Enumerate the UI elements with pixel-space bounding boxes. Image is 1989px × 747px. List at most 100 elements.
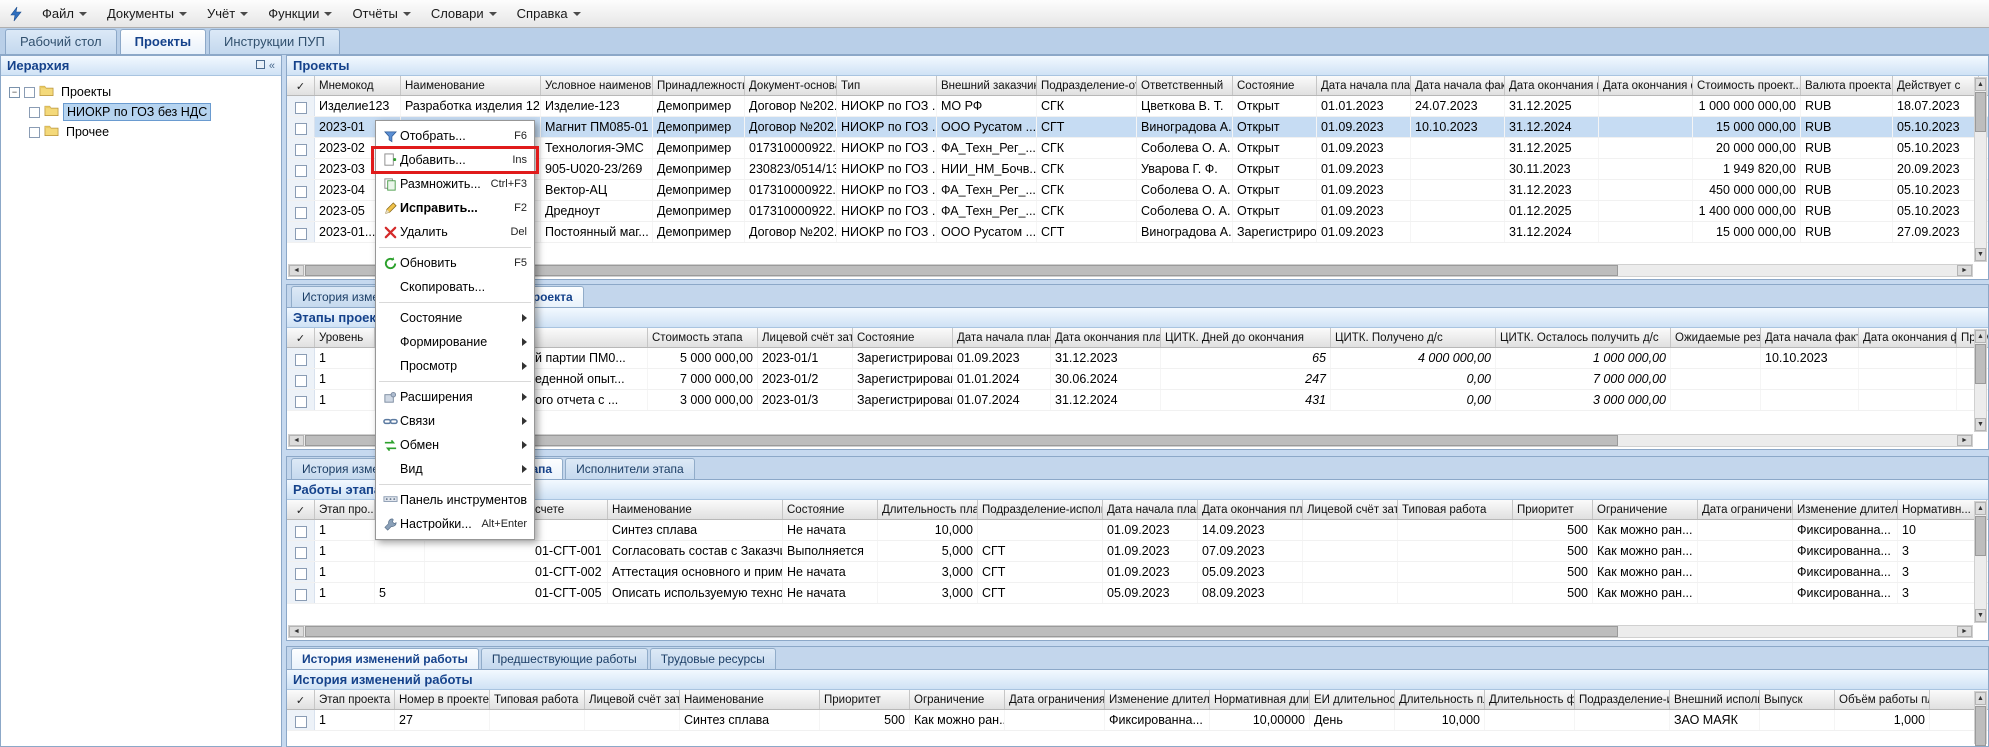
- pin-icon[interactable]: [256, 60, 265, 69]
- row-checkbox[interactable]: [295, 589, 307, 601]
- column-header[interactable]: Дата окончания план: [1198, 500, 1303, 519]
- column-header[interactable]: Стоимость этапа: [648, 328, 758, 347]
- horizontal-scrollbar[interactable]: ◄►: [288, 625, 1973, 638]
- table-row[interactable]: Изделие123Разработка изделия 123Изделие-…: [287, 96, 1988, 117]
- column-header[interactable]: Дата окончания ф...: [1599, 76, 1693, 95]
- column-header[interactable]: Выпуск: [1760, 690, 1835, 709]
- vertical-scrollbar[interactable]: ▲▼: [1974, 501, 1987, 623]
- menubar-item-учёт[interactable]: Учёт: [197, 2, 258, 25]
- scroll-up-icon[interactable]: ▲: [1975, 78, 1986, 91]
- column-header[interactable]: Типовая работа: [490, 690, 585, 709]
- column-header[interactable]: Ограничение: [910, 690, 1005, 709]
- column-header[interactable]: Этап про...: [315, 500, 375, 519]
- menu-item-вид[interactable]: Вид: [376, 457, 534, 481]
- menu-item-просмотр[interactable]: Просмотр: [376, 354, 534, 378]
- column-header[interactable]: Лицевой счёт затрат.: [758, 328, 853, 347]
- column-header[interactable]: Изменение длител: [1793, 500, 1898, 519]
- column-header[interactable]: Стоимость проект...: [1693, 76, 1801, 95]
- select-all-header[interactable]: ✓: [287, 500, 315, 519]
- scroll-down-icon[interactable]: ▼: [1975, 418, 1986, 431]
- row-checkbox[interactable]: [295, 354, 307, 366]
- table-row[interactable]: 1Синтез сплаваНе начата10,00001.09.20231…: [287, 520, 1988, 541]
- table-row[interactable]: 1й партии ПМ0...5 000 000,002023-01/1Зар…: [287, 348, 1988, 369]
- column-header[interactable]: Дата начала факт: [1411, 76, 1505, 95]
- scrollbar-thumb[interactable]: [1975, 516, 1986, 556]
- menu-item-настройки[interactable]: Настройки...Alt+Enter: [376, 512, 534, 536]
- column-header[interactable]: Внешний исполни: [1670, 690, 1760, 709]
- column-header[interactable]: Лицевой счёт затр: [585, 690, 680, 709]
- column-header[interactable]: Условное наименов.: [541, 76, 653, 95]
- column-header[interactable]: Валюта проекта: [1801, 76, 1893, 95]
- scroll-up-icon[interactable]: ▲: [1975, 502, 1986, 515]
- column-header[interactable]: ЦИТК. Дней до окончания: [1161, 328, 1331, 347]
- row-checkbox[interactable]: [295, 375, 307, 387]
- column-header[interactable]: Внешний заказчик: [937, 76, 1037, 95]
- column-header[interactable]: Дата окончания план: [1051, 328, 1161, 347]
- row-checkbox[interactable]: [295, 547, 307, 559]
- row-checkbox[interactable]: [295, 165, 307, 177]
- menu-item-расширения[interactable]: Расширения: [376, 385, 534, 409]
- menu-item-обновить[interactable]: ОбновитьF5: [376, 251, 534, 275]
- row-checkbox[interactable]: [295, 186, 307, 198]
- collapse-panel-icon[interactable]: «: [269, 60, 275, 72]
- table-row[interactable]: 2023-01...Постоянный маг...ДемопримерДог…: [287, 222, 1988, 243]
- menu-item-обмен[interactable]: Обмен: [376, 433, 534, 457]
- column-header[interactable]: Подразделение-от...: [1037, 76, 1137, 95]
- horizontal-scrollbar[interactable]: ◄►: [288, 434, 1973, 447]
- column-header[interactable]: Подразделение-исполнитель: [978, 500, 1103, 519]
- subtab[interactable]: История изменений работы: [291, 648, 479, 669]
- column-header[interactable]: Документ-основан...: [745, 76, 837, 95]
- subtab[interactable]: Исполнители этапа: [565, 458, 695, 479]
- column-header[interactable]: Номер в проекте: [395, 690, 490, 709]
- column-header[interactable]: Дата окончания ф...: [1859, 328, 1957, 347]
- tree-checkbox[interactable]: [29, 127, 40, 138]
- subtab[interactable]: Предшествующие работы: [481, 648, 648, 669]
- column-header[interactable]: Наименование: [608, 500, 783, 519]
- column-header[interactable]: Дата начала план.: [1317, 76, 1411, 95]
- scroll-up-icon[interactable]: ▲: [1975, 692, 1986, 705]
- tab-рабочий-стол[interactable]: Рабочий стол: [5, 29, 117, 54]
- column-header[interactable]: Ответственный: [1137, 76, 1233, 95]
- column-header[interactable]: Уровень: [315, 328, 375, 347]
- menu-item-добавить[interactable]: Добавить...Ins: [376, 148, 534, 172]
- tree-item-root[interactable]: −Проекты: [5, 82, 277, 102]
- column-header[interactable]: Состояние: [783, 500, 878, 519]
- menubar-item-справка[interactable]: Справка: [507, 2, 591, 25]
- tree-checkbox[interactable]: [24, 87, 35, 98]
- column-header[interactable]: Изменение длител: [1105, 690, 1210, 709]
- menubar-item-документы[interactable]: Документы: [97, 2, 197, 25]
- column-header[interactable]: Дата начала план: [953, 328, 1051, 347]
- vertical-scrollbar[interactable]: ▲▼: [1974, 691, 1987, 744]
- row-checkbox[interactable]: [295, 396, 307, 408]
- scroll-right-icon[interactable]: ►: [1957, 265, 1972, 276]
- menubar-item-функции[interactable]: Функции: [258, 2, 342, 25]
- scroll-down-icon[interactable]: ▼: [1975, 609, 1986, 622]
- table-row[interactable]: 2023-02Технология-ЭМСДемопример017310000…: [287, 138, 1988, 159]
- scroll-right-icon[interactable]: ►: [1957, 626, 1972, 637]
- scroll-left-icon[interactable]: ◄: [289, 265, 304, 276]
- table-row[interactable]: 101-СГТ-002Аттестация основного и примес…: [287, 562, 1988, 583]
- column-header[interactable]: Состояние: [853, 328, 953, 347]
- menu-item-исправить[interactable]: Исправить...F2: [376, 196, 534, 220]
- menubar-item-файл[interactable]: Файл: [32, 2, 97, 25]
- column-header[interactable]: Дата окончания п...: [1505, 76, 1599, 95]
- select-all-header[interactable]: ✓: [287, 328, 315, 347]
- table-row[interactable]: 101-СГТ-001Согласовать состав с Заказчик…: [287, 541, 1988, 562]
- column-header[interactable]: Состояние: [1233, 76, 1317, 95]
- menu-item-панель-инструментов[interactable]: Панель инструментов: [376, 488, 534, 512]
- column-header[interactable]: Принадлежность: [653, 76, 745, 95]
- column-header[interactable]: Мнемокод: [315, 76, 401, 95]
- menubar-item-словари[interactable]: Словари: [421, 2, 507, 25]
- select-all-header[interactable]: ✓: [287, 690, 315, 709]
- menu-item-связи[interactable]: Связи: [376, 409, 534, 433]
- menubar-item-отчёты[interactable]: Отчёты: [342, 2, 420, 25]
- subtab[interactable]: Трудовые ресурсы: [650, 648, 776, 669]
- table-row[interactable]: 1еденной опыт...7 000 000,002023-01/2Зар…: [287, 369, 1988, 390]
- tree-item[interactable]: Прочее: [5, 122, 277, 142]
- table-row[interactable]: 2023-04Вектор-АЦДемопример017310000922..…: [287, 180, 1988, 201]
- column-header[interactable]: Приоритет: [1513, 500, 1593, 519]
- column-header[interactable]: Дата начала факт: [1761, 328, 1859, 347]
- column-header[interactable]: Длительность план▼: [878, 500, 978, 519]
- horizontal-scrollbar[interactable]: ◄►: [288, 264, 1973, 277]
- row-checkbox[interactable]: [295, 144, 307, 156]
